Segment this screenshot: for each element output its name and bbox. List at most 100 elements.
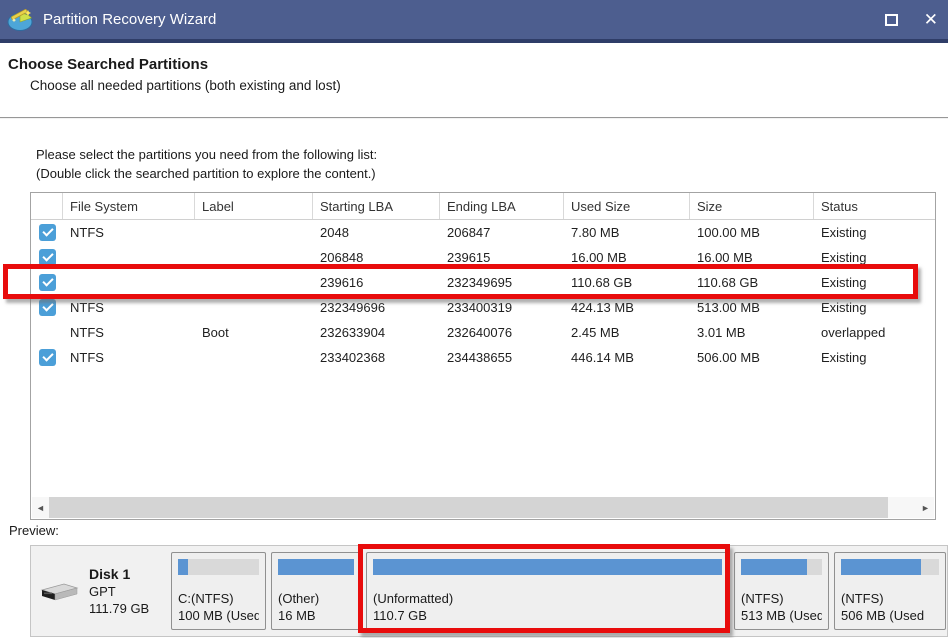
- column-header-checkbox[interactable]: [31, 193, 63, 219]
- row-checkbox[interactable]: [39, 224, 56, 241]
- cell-starting-lba: 206848: [313, 250, 440, 265]
- page-subtitle: Choose all needed partitions (both exist…: [30, 78, 341, 93]
- table-row[interactable]: NTFS 232349696 233400319 424.13 MB 513.0…: [31, 295, 935, 320]
- preview-partition-other[interactable]: (Other) 16 MB: [271, 552, 361, 630]
- cell-ending-lba: 234438655: [440, 350, 564, 365]
- cell-size: 506.00 MB: [690, 350, 814, 365]
- column-header-starting-lba[interactable]: Starting LBA: [313, 193, 440, 219]
- disk-partition-style: GPT: [89, 583, 149, 600]
- cell-status: Existing: [814, 300, 935, 315]
- partition-name: (Unformatted): [373, 590, 722, 607]
- usage-bar: [278, 559, 354, 575]
- cell-starting-lba: 2048: [313, 225, 440, 240]
- partition-recovery-wizard-window: Partition Recovery Wizard ✕ Choose Searc…: [0, 0, 948, 638]
- cell-used-size: 110.68 GB: [564, 275, 690, 290]
- cell-status: Existing: [814, 250, 935, 265]
- table-row-highlighted[interactable]: 239616 232349695 110.68 GB 110.68 GB Exi…: [31, 270, 935, 295]
- cell-file-system: NTFS: [63, 300, 195, 315]
- usage-bar: [841, 559, 939, 575]
- usage-bar: [373, 559, 722, 575]
- close-icon[interactable]: ✕: [924, 11, 938, 28]
- partition-name: C:(NTFS): [178, 590, 259, 607]
- column-header-file-system[interactable]: File System: [63, 193, 195, 219]
- cell-size: 16.00 MB: [690, 250, 814, 265]
- cell-starting-lba: 233402368: [313, 350, 440, 365]
- disk-info: Disk 1 GPT 111.79 GB: [31, 546, 169, 636]
- window-title: Partition Recovery Wizard: [43, 11, 216, 28]
- disk-preview-strip: Disk 1 GPT 111.79 GB C:(NTFS) 100 MB (Us…: [30, 545, 948, 637]
- scroll-left-icon[interactable]: ◄: [32, 503, 49, 513]
- partition-size: 100 MB (Used: [178, 607, 259, 624]
- titlebar-accent-line: [0, 39, 948, 43]
- cell-size: 100.00 MB: [690, 225, 814, 240]
- partition-name: (NTFS): [841, 590, 939, 607]
- cell-used-size: 16.00 MB: [564, 250, 690, 265]
- hard-disk-icon: [39, 578, 79, 604]
- cell-starting-lba: 232349696: [313, 300, 440, 315]
- table-row[interactable]: NTFS Boot 232633904 232640076 2.45 MB 3.…: [31, 320, 935, 345]
- cell-used-size: 7.80 MB: [564, 225, 690, 240]
- instruction-line-1: Please select the partitions you need fr…: [36, 145, 377, 164]
- table-header-row: File System Label Starting LBA Ending LB…: [31, 193, 935, 220]
- cell-file-system: NTFS: [63, 225, 195, 240]
- horizontal-scrollbar[interactable]: ◄ ►: [32, 497, 934, 518]
- row-checkbox[interactable]: [39, 274, 56, 291]
- cell-file-system: NTFS: [63, 325, 195, 340]
- cell-size: 110.68 GB: [690, 275, 814, 290]
- maximize-icon[interactable]: [885, 14, 898, 26]
- disk-text: Disk 1 GPT 111.79 GB: [89, 566, 149, 617]
- cell-status: Existing: [814, 275, 935, 290]
- usage-bar: [178, 559, 259, 575]
- column-header-ending-lba[interactable]: Ending LBA: [440, 193, 564, 219]
- cell-status: Existing: [814, 225, 935, 240]
- cell-size: 3.01 MB: [690, 325, 814, 340]
- disk-size: 111.79 GB: [89, 600, 149, 617]
- title-bar: Partition Recovery Wizard ✕: [0, 0, 948, 39]
- scroll-right-icon[interactable]: ►: [917, 503, 934, 513]
- cell-status: overlapped: [814, 325, 935, 340]
- cell-file-system: NTFS: [63, 350, 195, 365]
- partition-table: File System Label Starting LBA Ending LB…: [30, 192, 936, 520]
- row-checkbox[interactable]: [39, 249, 56, 266]
- header-divider: [0, 117, 948, 119]
- preview-partition-unformatted[interactable]: (Unformatted) 110.7 GB: [366, 552, 729, 630]
- instructions: Please select the partitions you need fr…: [36, 145, 377, 183]
- partition-size: 16 MB: [278, 607, 354, 624]
- scrollbar-thumb[interactable]: [49, 497, 888, 518]
- cell-ending-lba: 232349695: [440, 275, 564, 290]
- cell-ending-lba: 239615: [440, 250, 564, 265]
- column-header-status[interactable]: Status: [814, 193, 935, 219]
- partition-name: (Other): [278, 590, 354, 607]
- partition-size: 506 MB (Used: [841, 607, 939, 624]
- wizard-step-header: Choose Searched Partitions Choose all ne…: [8, 56, 341, 93]
- cell-ending-lba: 206847: [440, 225, 564, 240]
- cell-starting-lba: 239616: [313, 275, 440, 290]
- app-logo-icon: [7, 7, 35, 33]
- page-title: Choose Searched Partitions: [8, 56, 341, 73]
- disk-name: Disk 1: [89, 566, 149, 583]
- column-header-size[interactable]: Size: [690, 193, 814, 219]
- preview-partition-c-ntfs[interactable]: C:(NTFS) 100 MB (Used: [171, 552, 266, 630]
- cell-starting-lba: 232633904: [313, 325, 440, 340]
- cell-ending-lba: 232640076: [440, 325, 564, 340]
- table-row[interactable]: NTFS 2048 206847 7.80 MB 100.00 MB Exist…: [31, 220, 935, 245]
- partition-size: 110.7 GB: [373, 607, 722, 624]
- cell-status: Existing: [814, 350, 935, 365]
- partition-name: (NTFS): [741, 590, 822, 607]
- row-checkbox[interactable]: [39, 299, 56, 316]
- window-controls: ✕: [885, 0, 938, 39]
- column-header-label[interactable]: Label: [195, 193, 313, 219]
- table-row[interactable]: NTFS 233402368 234438655 446.14 MB 506.0…: [31, 345, 935, 370]
- table-row[interactable]: 206848 239615 16.00 MB 16.00 MB Existing: [31, 245, 935, 270]
- cell-label: Boot: [195, 325, 313, 340]
- cell-used-size: 446.14 MB: [564, 350, 690, 365]
- cell-used-size: 424.13 MB: [564, 300, 690, 315]
- preview-partition-ntfs-513[interactable]: (NTFS) 513 MB (Used: [734, 552, 829, 630]
- partition-size: 513 MB (Used: [741, 607, 822, 624]
- row-checkbox[interactable]: [39, 349, 56, 366]
- usage-bar: [741, 559, 822, 575]
- instruction-line-2: (Double click the searched partition to …: [36, 164, 377, 183]
- column-header-used-size[interactable]: Used Size: [564, 193, 690, 219]
- cell-size: 513.00 MB: [690, 300, 814, 315]
- preview-partition-ntfs-506[interactable]: (NTFS) 506 MB (Used: [834, 552, 946, 630]
